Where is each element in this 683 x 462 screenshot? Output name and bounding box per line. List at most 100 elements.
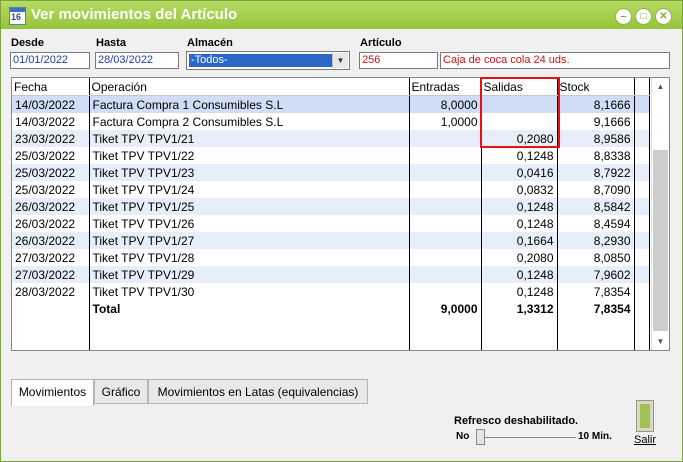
cell-salidas: 0,0416 bbox=[481, 164, 558, 181]
cell-spacer bbox=[634, 198, 650, 215]
cell-spacer bbox=[634, 300, 650, 317]
cell-stock: 8,5842 bbox=[557, 198, 635, 215]
refresh-slider-thumb[interactable] bbox=[476, 429, 485, 445]
movimientos-window: 16 Ver movimientos del Artículo ‒ □ ✕ De… bbox=[0, 0, 683, 462]
cell-stock: 8,9586 bbox=[557, 130, 635, 147]
empty-row bbox=[12, 317, 650, 350]
col-header-operacion[interactable]: Operación bbox=[89, 78, 410, 96]
cell-entradas bbox=[409, 130, 482, 147]
cell-entradas bbox=[409, 147, 482, 164]
cell-salidas: 0,2080 bbox=[481, 249, 558, 266]
articulo-code-input[interactable]: 256 bbox=[359, 52, 438, 69]
desde-input[interactable]: 01/01/2022 bbox=[10, 52, 90, 69]
cell-operacion: Tiket TPV TPV1/23 bbox=[89, 164, 410, 181]
cell-fecha: 27/03/2022 bbox=[12, 249, 90, 266]
table-row[interactable]: 26/03/2022 Tiket TPV TPV1/27 0,1664 8,2930 bbox=[12, 232, 650, 249]
cell-entradas bbox=[409, 215, 482, 232]
table-row[interactable]: 28/03/2022 Tiket TPV TPV1/30 0,1248 7,8354 bbox=[12, 283, 650, 300]
cell-operacion: Factura Compra 2 Consumibles S.L bbox=[89, 113, 410, 130]
cell-fecha: 26/03/2022 bbox=[12, 215, 90, 232]
cell-stock: 8,2930 bbox=[557, 232, 635, 249]
cell-operacion: Tiket TPV TPV1/27 bbox=[89, 232, 410, 249]
almacen-select[interactable]: -Todos- ▼ bbox=[186, 51, 350, 70]
articulo-label: Artículo bbox=[360, 37, 402, 49]
table-row[interactable]: 25/03/2022 Tiket TPV TPV1/24 0,0832 8,7090 bbox=[12, 181, 650, 198]
cell-entradas: 1,0000 bbox=[409, 113, 482, 130]
cell-spacer bbox=[634, 215, 650, 232]
cell-operacion: Tiket TPV TPV1/28 bbox=[89, 249, 410, 266]
cell-operacion: Factura Compra 1 Consumibles S.L bbox=[89, 95, 410, 113]
slider-max-label: 10 Min. bbox=[578, 431, 612, 442]
cell-entradas bbox=[409, 232, 482, 249]
cell-stock: 7,8354 bbox=[557, 300, 635, 317]
cell-salidas: 0,0832 bbox=[481, 181, 558, 198]
table-row[interactable]: 26/03/2022 Tiket TPV TPV1/25 0,1248 8,5842 bbox=[12, 198, 650, 215]
cell-stock: 8,1666 bbox=[557, 95, 635, 113]
empty-cell bbox=[409, 317, 482, 350]
col-header-stock[interactable]: Stock bbox=[557, 78, 635, 96]
scroll-thumb[interactable] bbox=[653, 150, 668, 331]
cell-entradas bbox=[409, 181, 482, 198]
slider-min-label: No bbox=[456, 431, 470, 442]
cell-operacion: Tiket TPV TPV1/22 bbox=[89, 147, 410, 164]
refresh-slider-track[interactable] bbox=[482, 437, 576, 438]
cell-stock: 7,8354 bbox=[557, 283, 635, 300]
exit-button[interactable]: Salir bbox=[629, 400, 663, 448]
cell-salidas: 0,1248 bbox=[481, 215, 558, 232]
movements-grid[interactable]: Fecha Operación Entradas Salidas Stock 1… bbox=[11, 77, 670, 351]
col-header-fecha[interactable]: Fecha bbox=[12, 78, 90, 96]
cell-entradas bbox=[409, 198, 482, 215]
table-row[interactable]: 27/03/2022 Tiket TPV TPV1/29 0,1248 7,9602 bbox=[12, 266, 650, 283]
cell-spacer bbox=[634, 232, 650, 249]
cell-salidas: 0,1248 bbox=[481, 283, 558, 300]
tab-movimientos-latas[interactable]: Movimientos en Latas (equivalencias) bbox=[148, 379, 368, 404]
cell-entradas bbox=[409, 164, 482, 181]
scroll-down-icon[interactable]: ▼ bbox=[652, 333, 669, 350]
empty-cell bbox=[89, 317, 410, 350]
empty-cell bbox=[481, 317, 558, 350]
table-row[interactable]: 27/03/2022 Tiket TPV TPV1/28 0,2080 8,0850 bbox=[12, 249, 650, 266]
cell-salidas: 0,1664 bbox=[481, 232, 558, 249]
minimize-button[interactable]: ‒ bbox=[615, 8, 632, 25]
col-header-spacer bbox=[634, 78, 650, 96]
cell-fecha: 25/03/2022 bbox=[12, 164, 90, 181]
refresh-status-label: Refresco deshabilitado. bbox=[454, 415, 579, 427]
close-button[interactable]: ✕ bbox=[655, 8, 672, 25]
window-title: Ver movimientos del Artículo bbox=[31, 6, 238, 23]
cell-salidas: 0,1248 bbox=[481, 266, 558, 283]
table-row[interactable]: 25/03/2022 Tiket TPV TPV1/23 0,0416 8,7922 bbox=[12, 164, 650, 181]
salidas-highlight-box bbox=[480, 77, 560, 148]
cell-entradas bbox=[409, 266, 482, 283]
total-row[interactable]: Total 9,0000 1,3312 7,8354 bbox=[12, 300, 650, 317]
cell-stock: 9,1666 bbox=[557, 113, 635, 130]
table-row[interactable]: 26/03/2022 Tiket TPV TPV1/26 0,1248 8,4594 bbox=[12, 215, 650, 232]
tab-movimientos[interactable]: Movimientos bbox=[11, 379, 94, 406]
cell-operacion: Tiket TPV TPV1/25 bbox=[89, 198, 410, 215]
cell-entradas bbox=[409, 249, 482, 266]
tab-grafico[interactable]: Gráfico bbox=[94, 379, 148, 404]
hasta-input[interactable]: 28/03/2022 bbox=[95, 52, 179, 69]
cell-operacion: Tiket TPV TPV1/24 bbox=[89, 181, 410, 198]
cell-spacer bbox=[634, 266, 650, 283]
cell-fecha: 25/03/2022 bbox=[12, 181, 90, 198]
cell-salidas: 0,1248 bbox=[481, 198, 558, 215]
cell-spacer bbox=[634, 130, 650, 147]
calendar-icon: 16 bbox=[9, 7, 26, 25]
vertical-scrollbar[interactable]: ▲ ▼ bbox=[651, 78, 669, 350]
table-row[interactable]: 25/03/2022 Tiket TPV TPV1/22 0,1248 8,8338 bbox=[12, 147, 650, 164]
desde-label: Desde bbox=[11, 37, 45, 49]
articulo-name-field: Caja de coca cola 24 uds. bbox=[440, 52, 670, 69]
cell-fecha: 23/03/2022 bbox=[12, 130, 90, 147]
scroll-up-icon[interactable]: ▲ bbox=[652, 78, 669, 95]
title-bar[interactable]: 16 Ver movimientos del Artículo ‒ □ ✕ bbox=[1, 1, 682, 29]
maximize-button[interactable]: □ bbox=[635, 8, 652, 25]
col-header-entradas[interactable]: Entradas bbox=[409, 78, 482, 96]
cell-fecha: 14/03/2022 bbox=[12, 113, 90, 130]
cell-fecha: 27/03/2022 bbox=[12, 266, 90, 283]
cell-stock: 8,7922 bbox=[557, 164, 635, 181]
chevron-down-icon[interactable]: ▼ bbox=[332, 53, 348, 68]
cell-spacer bbox=[634, 249, 650, 266]
cell-stock: 7,9602 bbox=[557, 266, 635, 283]
cell-spacer bbox=[634, 113, 650, 130]
almacen-selected-value: -Todos- bbox=[189, 54, 332, 67]
